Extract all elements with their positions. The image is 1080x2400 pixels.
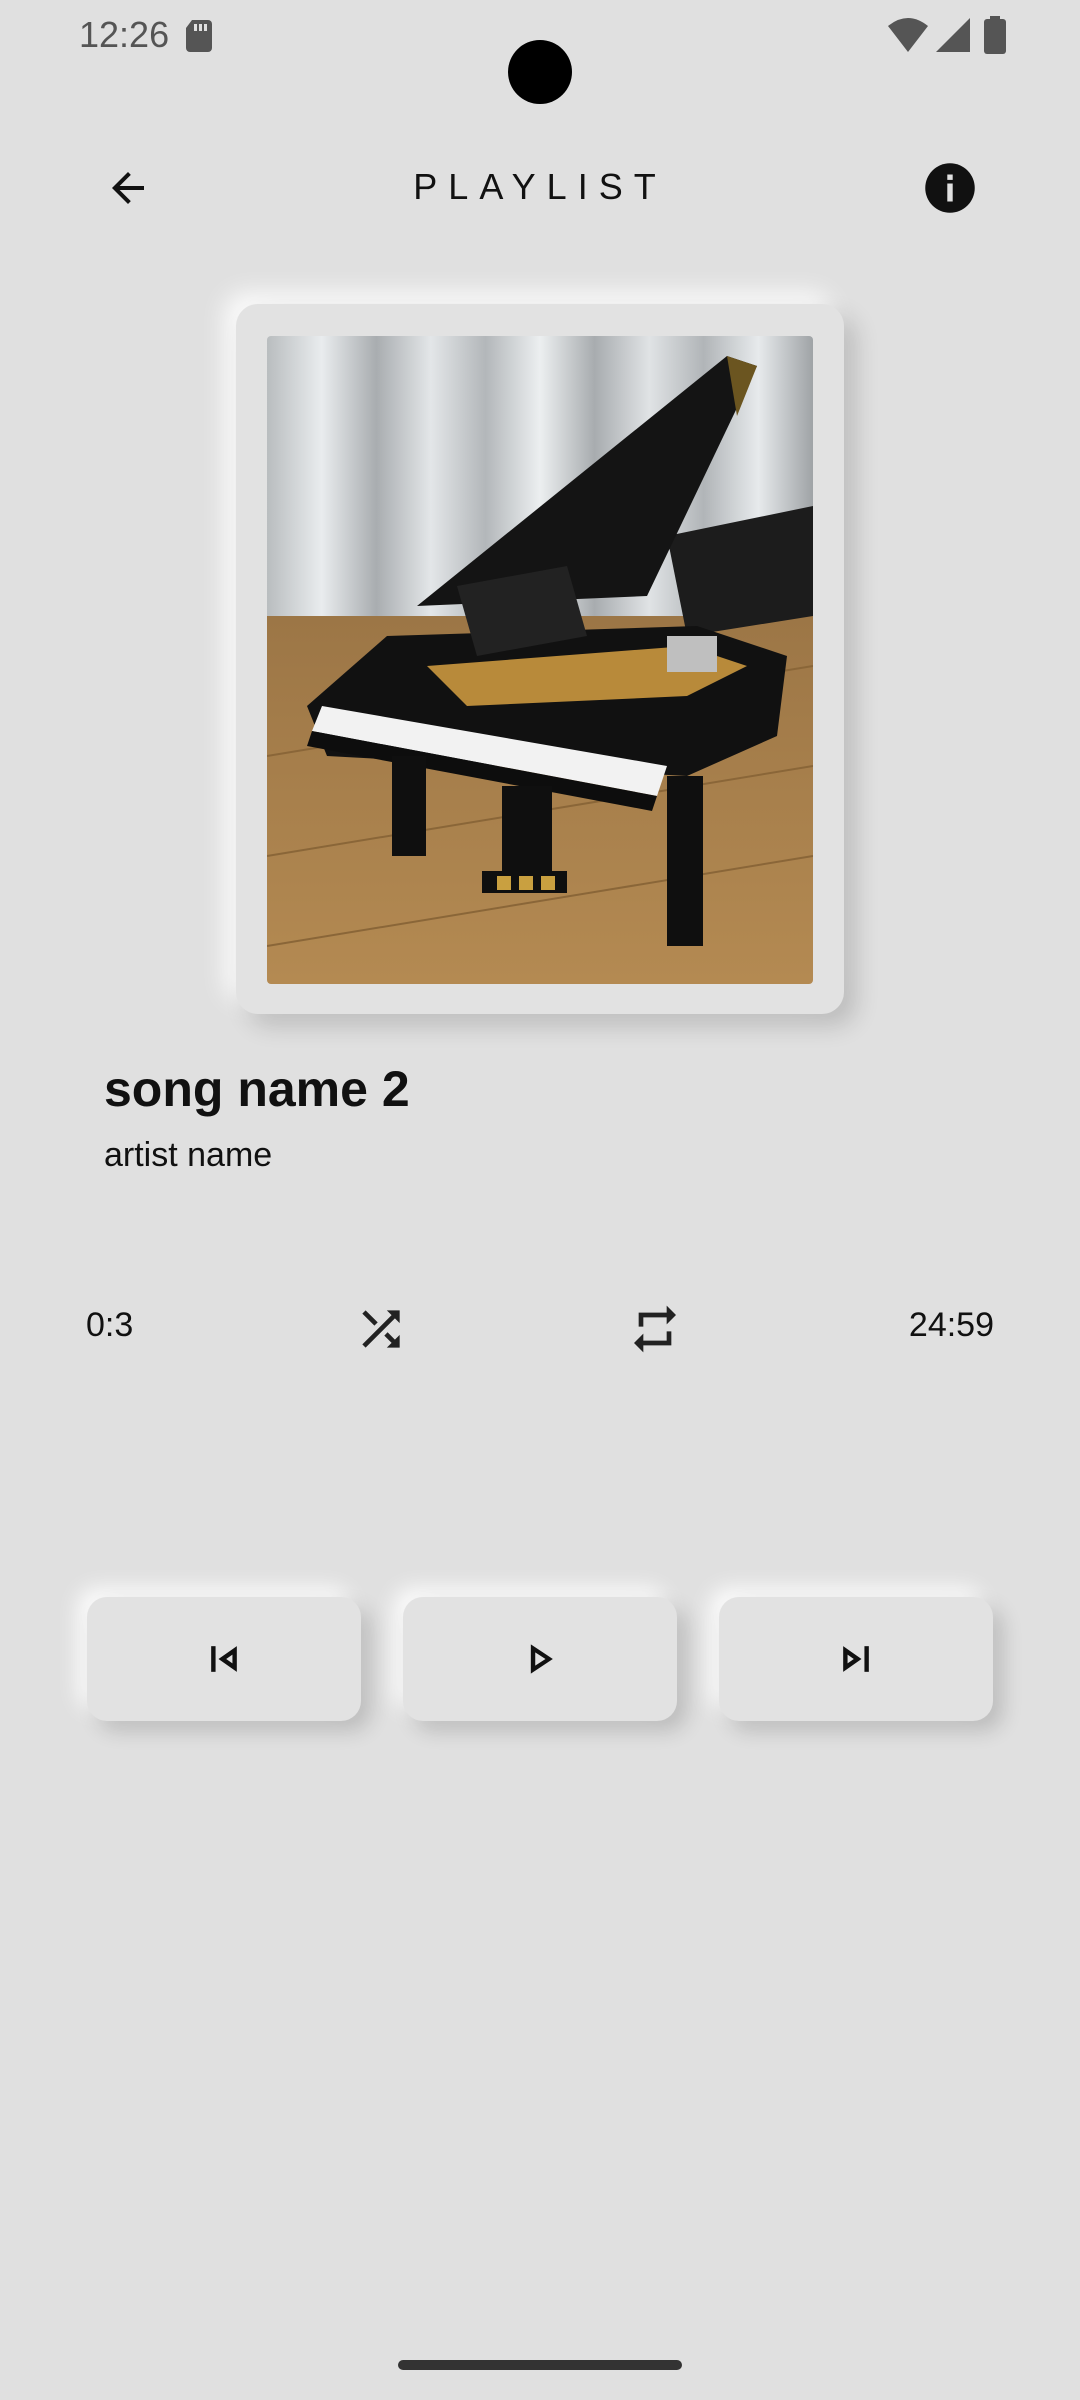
play-icon bbox=[530, 1644, 553, 1674]
album-art-card bbox=[236, 304, 844, 1014]
wifi-icon bbox=[888, 18, 928, 52]
next-button[interactable] bbox=[719, 1597, 993, 1721]
skip-next-icon bbox=[843, 1646, 869, 1672]
page-title: PLAYLIST bbox=[413, 166, 667, 207]
repeat-icon bbox=[634, 1305, 676, 1353]
current-time: 0:3 bbox=[86, 1306, 134, 1344]
sd-card-icon bbox=[186, 20, 212, 52]
front-camera bbox=[508, 40, 572, 104]
shuffle-button[interactable] bbox=[350, 1298, 412, 1360]
shuffle-icon bbox=[362, 1310, 400, 1348]
arrow-back-icon bbox=[112, 172, 144, 204]
play-button[interactable] bbox=[403, 1597, 677, 1721]
info-icon bbox=[925, 163, 975, 213]
skip-previous-icon bbox=[211, 1646, 237, 1672]
info-button[interactable] bbox=[918, 156, 982, 220]
previous-button[interactable] bbox=[87, 1597, 361, 1721]
grand-piano-image bbox=[267, 336, 813, 984]
status-time: 12:26 bbox=[79, 14, 170, 55]
song-title: song name 2 bbox=[104, 1061, 410, 1117]
repeat-button[interactable] bbox=[624, 1298, 686, 1360]
back-button[interactable] bbox=[96, 156, 160, 220]
battery-icon bbox=[984, 16, 1006, 54]
total-time: 24:59 bbox=[908, 1306, 994, 1344]
artist-name: artist name bbox=[104, 1136, 273, 1174]
signal-icon bbox=[936, 18, 970, 52]
home-indicator[interactable] bbox=[398, 2360, 682, 2370]
